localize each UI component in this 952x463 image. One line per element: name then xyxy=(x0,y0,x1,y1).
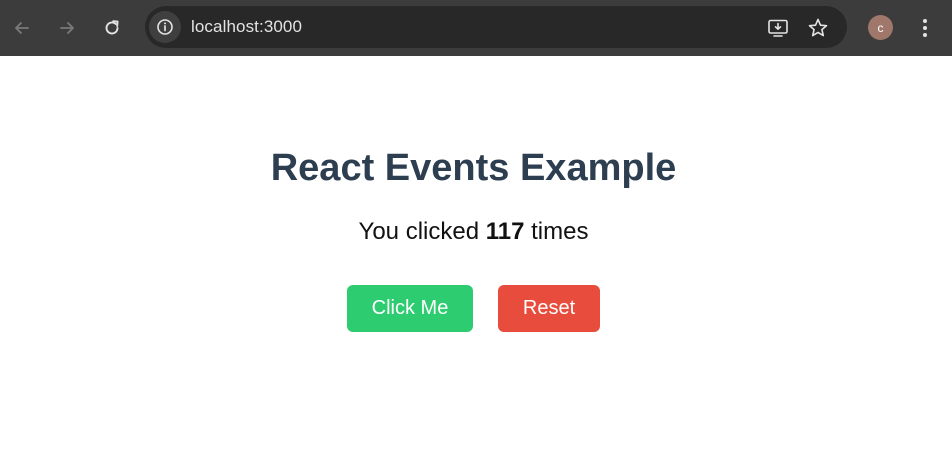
click-count-text: You clicked 117 times xyxy=(0,218,947,246)
browser-menu-button[interactable] xyxy=(913,13,937,43)
click-count-prefix: You clicked xyxy=(358,218,480,245)
profile-avatar[interactable]: c xyxy=(868,15,893,40)
install-app-button[interactable] xyxy=(765,15,791,41)
forward-button[interactable] xyxy=(51,12,83,44)
address-bar[interactable]: localhost:3000 xyxy=(145,6,847,48)
page-content: React Events Example You clicked 117 tim… xyxy=(0,56,952,463)
install-app-icon xyxy=(768,19,788,37)
browser-toolbar: localhost:3000 c xyxy=(0,0,952,56)
reload-button[interactable] xyxy=(96,12,128,44)
click-me-button[interactable]: Click Me xyxy=(347,285,473,332)
kebab-menu-icon xyxy=(923,19,927,37)
arrow-right-icon xyxy=(60,22,74,34)
click-count-value: 117 xyxy=(485,218,525,245)
page-title: React Events Example xyxy=(270,147,677,189)
bookmark-button[interactable] xyxy=(805,15,831,41)
click-count-suffix: times xyxy=(531,218,589,245)
site-info-button[interactable] xyxy=(149,11,181,43)
star-icon xyxy=(808,18,828,37)
url-text[interactable]: localhost:3000 xyxy=(191,17,302,37)
reset-button[interactable]: Reset xyxy=(498,285,600,332)
reload-icon xyxy=(105,20,119,35)
back-button[interactable] xyxy=(6,12,38,44)
info-icon xyxy=(157,19,173,35)
arrow-left-icon xyxy=(15,22,29,34)
